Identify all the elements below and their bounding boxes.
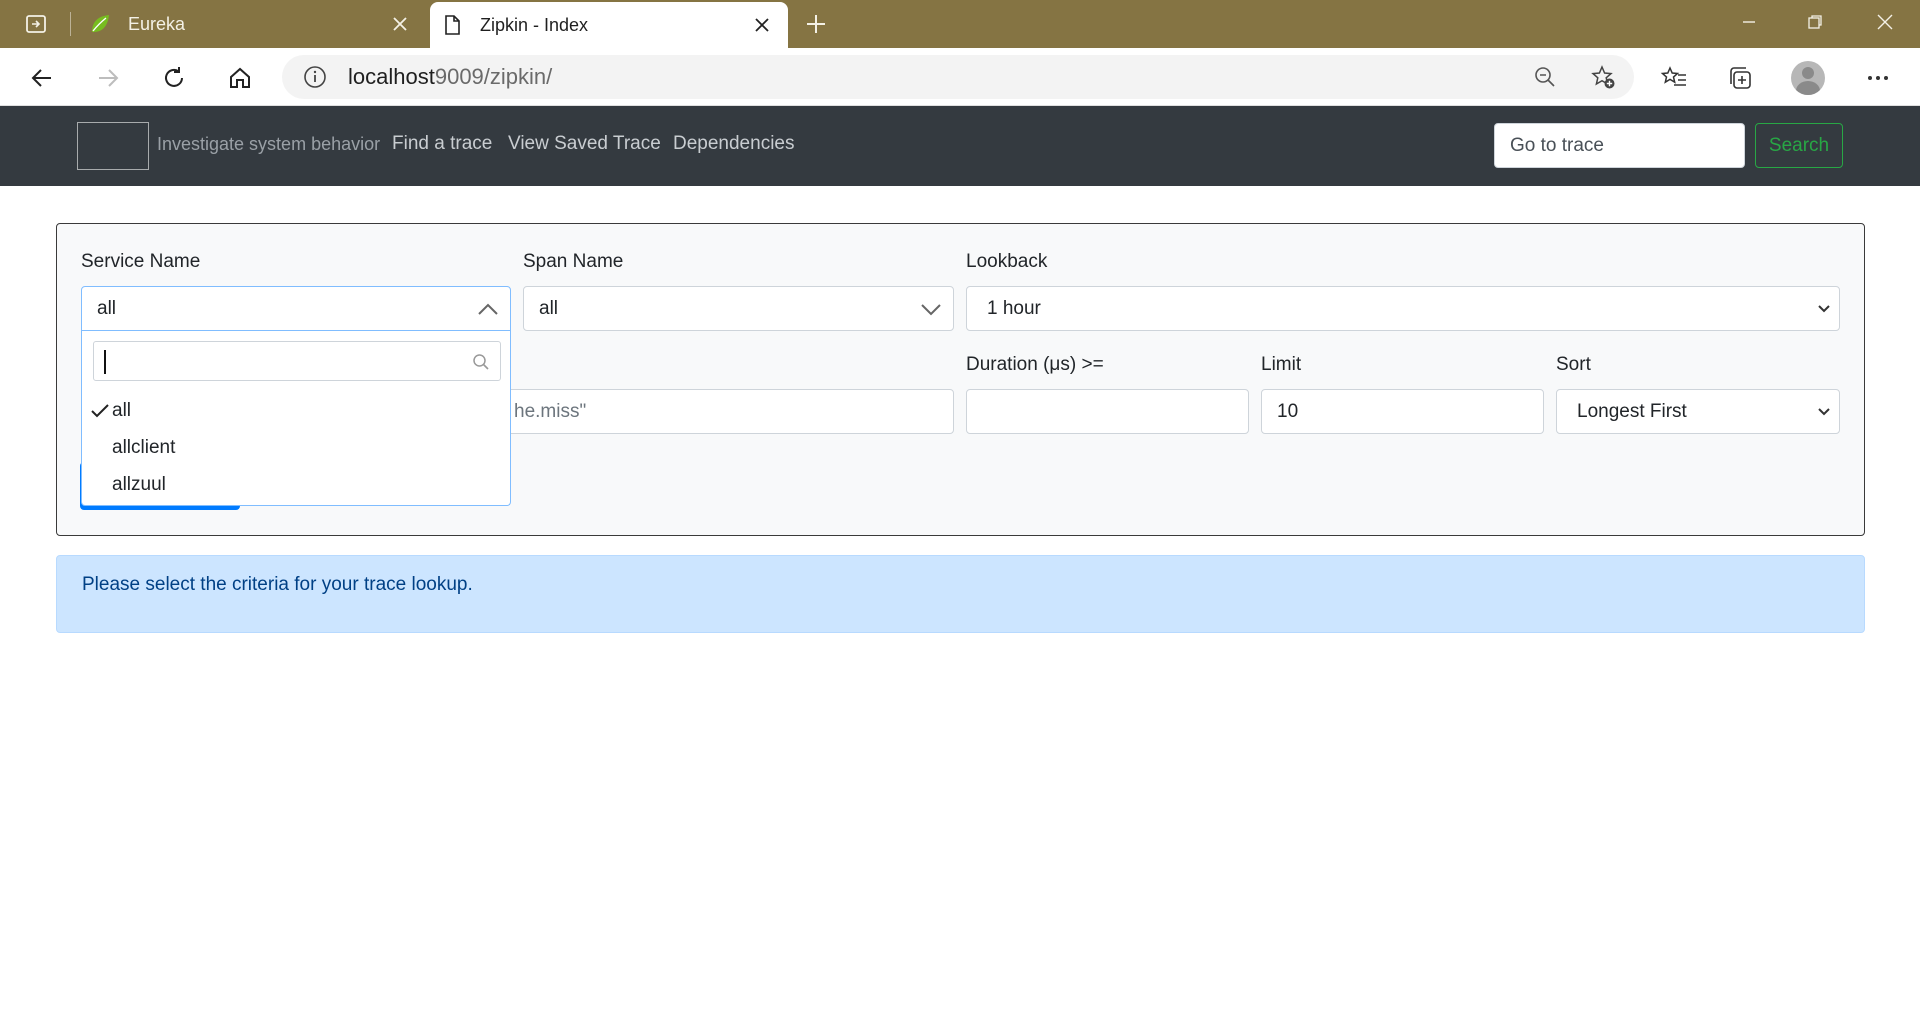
tab-zipkin-index[interactable]: Zipkin - Index: [430, 2, 788, 48]
zoom-out-icon[interactable]: [1530, 62, 1560, 92]
span-name-value: all: [539, 297, 559, 319]
service-name-select[interactable]: all: [81, 286, 511, 331]
collections-icon[interactable]: [1720, 58, 1760, 98]
limit-label: Limit: [1261, 354, 1302, 375]
tab-title: Eureka: [128, 13, 186, 34]
info-icon[interactable]: [300, 62, 330, 92]
span-name-select[interactable]: all: [523, 286, 954, 331]
navbar-tagline: Investigate system behavior: [157, 134, 381, 154]
url-text: localhost9009/zipkin/: [348, 64, 552, 90]
nav-link-find-trace[interactable]: Find a trace: [392, 133, 492, 155]
chevron-down-icon: [909, 287, 953, 331]
option-label: all: [112, 400, 132, 421]
service-name-label: Service Name: [81, 251, 201, 272]
lookback-value: 1 hour: [987, 297, 1041, 319]
page-icon: [440, 13, 464, 37]
dropdown-option-all[interactable]: all: [82, 393, 510, 429]
dropdown-option-allclient[interactable]: allclient: [82, 430, 510, 466]
tab-actions-icon[interactable]: [18, 10, 54, 38]
minimize-icon[interactable]: [1716, 0, 1782, 44]
chevron-down-icon: [1809, 287, 1839, 331]
chevron-down-icon: [1809, 390, 1839, 434]
close-tab-icon[interactable]: [746, 9, 778, 41]
forward-icon: [88, 58, 128, 98]
avatar: [1791, 61, 1825, 95]
restore-icon[interactable]: [1782, 0, 1848, 44]
duration-label: Duration (μs) >=: [966, 354, 1104, 375]
tab-eureka[interactable]: Eureka: [78, 0, 426, 48]
refresh-icon[interactable]: [154, 58, 194, 98]
tab-title: Zipkin - Index: [480, 14, 589, 35]
tab-separator: [70, 12, 71, 36]
sort-select[interactable]: Longest First: [1556, 389, 1840, 434]
url-host: localhost: [348, 64, 435, 89]
browser-toolbar: localhost9009/zipkin/: [0, 48, 1920, 106]
lookback-label: Lookback: [966, 251, 1048, 272]
spring-leaf-icon: [88, 12, 112, 36]
close-tab-icon[interactable]: [384, 8, 416, 40]
nav-link-dependencies[interactable]: Dependencies: [673, 133, 794, 155]
option-label: allclient: [112, 437, 176, 458]
option-label: allzuul: [112, 474, 166, 495]
back-icon[interactable]: [22, 58, 62, 98]
annotations-query-input[interactable]: he.miss": [466, 389, 954, 434]
home-icon[interactable]: [220, 58, 260, 98]
go-to-trace-input[interactable]: [1494, 123, 1745, 168]
browser-tab-bar: Eureka Zipkin - Index: [0, 0, 1920, 48]
zipkin-navbar: Investigate system behavior Find a trace…: [0, 106, 1920, 186]
text-caret: [104, 350, 106, 374]
address-bar[interactable]: localhost9009/zipkin/: [282, 55, 1634, 99]
span-name-label: Span Name: [523, 251, 624, 272]
profile-avatar[interactable]: [1788, 58, 1828, 98]
sort-value: Longest First: [1577, 400, 1687, 422]
service-name-value: all: [97, 297, 117, 319]
add-favorite-icon[interactable]: [1588, 62, 1618, 92]
favorites-icon[interactable]: [1654, 58, 1694, 98]
alert-message: Please select the criteria for your trac…: [82, 574, 473, 595]
duration-input[interactable]: [966, 389, 1249, 434]
lookback-select[interactable]: 1 hour: [966, 286, 1840, 331]
limit-value: 10: [1277, 400, 1299, 422]
search-icon: [470, 351, 492, 373]
limit-input[interactable]: 10: [1261, 389, 1544, 434]
nav-link-view-saved-trace[interactable]: View Saved Trace: [508, 133, 661, 155]
url-path: 9009/zipkin/: [434, 64, 553, 89]
sort-label: Sort: [1556, 354, 1591, 375]
search-button[interactable]: Search: [1755, 123, 1843, 168]
dropdown-option-allzuul[interactable]: allzuul: [82, 467, 510, 503]
annotations-query-value: he.miss": [514, 400, 587, 422]
info-alert: Please select the criteria for your trac…: [56, 555, 1865, 633]
checkmark-icon: [82, 393, 112, 429]
dropdown-search-input[interactable]: [93, 341, 501, 381]
close-window-icon[interactable]: [1852, 0, 1918, 44]
service-name-dropdown: all allclient allzuul: [81, 331, 511, 506]
new-tab-icon[interactable]: [800, 8, 832, 40]
more-menu-icon[interactable]: [1858, 58, 1898, 98]
chevron-up-icon: [466, 287, 510, 331]
zipkin-logo-image[interactable]: [77, 122, 149, 170]
